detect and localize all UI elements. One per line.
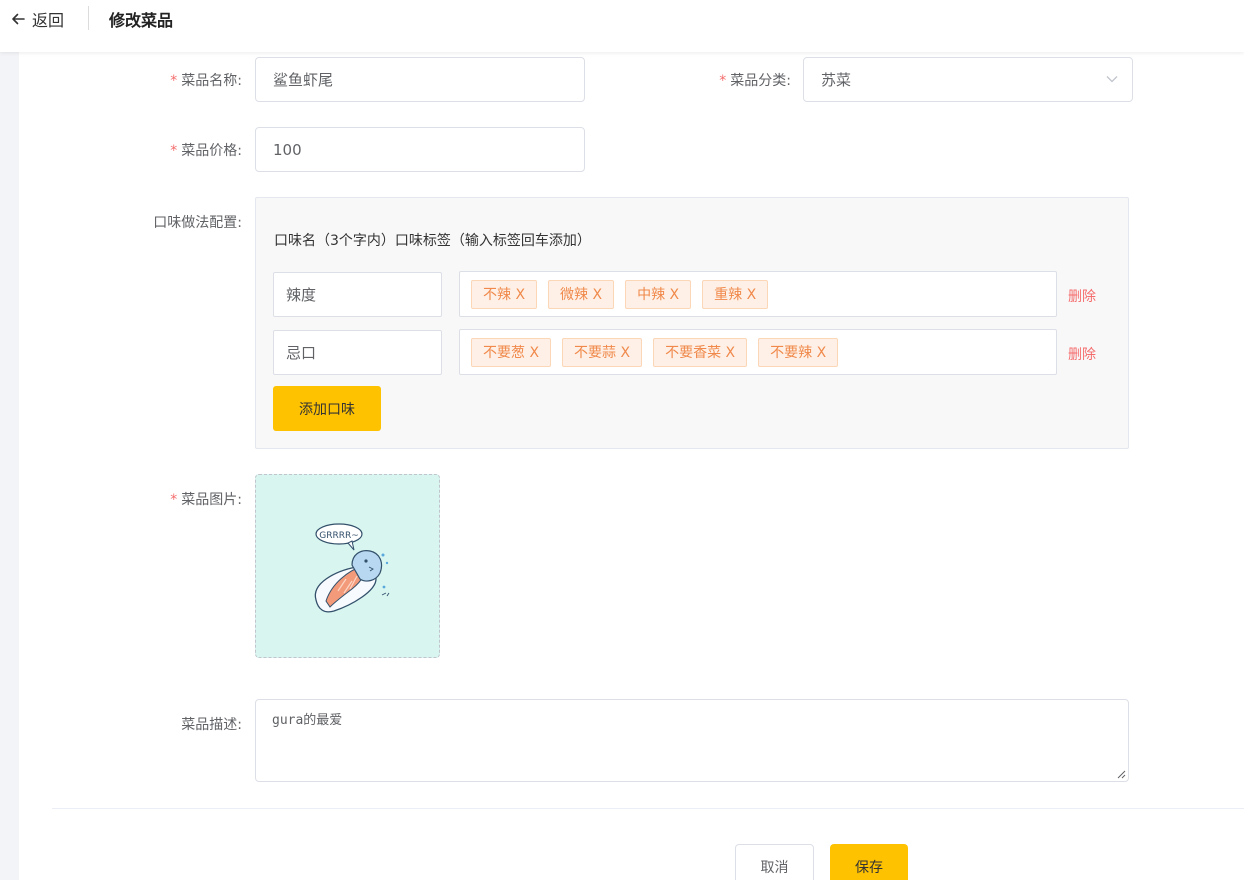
flavor-config-panel: 口味名（3个字内）口味标签（输入标签回车添加） 辣度 不辣 X 微辣 X 中辣 … bbox=[255, 197, 1129, 449]
flavor-tag[interactable]: 微辣 X bbox=[548, 279, 615, 309]
save-button[interactable]: 保存 bbox=[830, 844, 908, 880]
delete-flavor-button[interactable]: 删除 bbox=[1068, 286, 1096, 306]
top-bar: 返回 修改菜品 bbox=[0, 0, 1244, 52]
flavor-tags-input[interactable]: 不辣 X 微辣 X 中辣 X 重辣 X bbox=[459, 271, 1057, 317]
flavor-tag[interactable]: 不要葱 X bbox=[471, 337, 552, 367]
back-label: 返回 bbox=[32, 11, 65, 30]
flavor-tag[interactable]: 不要香菜 X bbox=[653, 337, 748, 367]
header-divider bbox=[88, 6, 89, 30]
required-mark: * bbox=[719, 73, 727, 89]
delete-flavor-button[interactable]: 删除 bbox=[1068, 344, 1096, 364]
dish-category-label: * 菜品分类: bbox=[700, 70, 791, 90]
dish-category-select[interactable]: 苏菜 bbox=[803, 57, 1133, 102]
left-gutter bbox=[0, 52, 19, 880]
page-title: 修改菜品 bbox=[109, 11, 174, 30]
flavor-tag[interactable]: 不要辣 X bbox=[758, 337, 839, 367]
add-flavor-button[interactable]: 添加口味 bbox=[273, 386, 381, 431]
flavor-name-input[interactable]: 辣度 bbox=[273, 272, 442, 317]
dish-price-label-text: 菜品价格: bbox=[181, 143, 242, 159]
dish-name-label-text: 菜品名称: bbox=[181, 73, 242, 89]
back-button[interactable]: 返回 bbox=[10, 7, 64, 31]
dish-image-label: * 菜品图片: bbox=[150, 489, 242, 509]
dish-image-label-text: 菜品图片: bbox=[181, 492, 242, 508]
cancel-button[interactable]: 取消 bbox=[735, 844, 814, 880]
dish-description-textarea[interactable]: gura的最爱 bbox=[255, 699, 1129, 782]
footer-divider bbox=[52, 808, 1244, 809]
dish-price-value: 100 bbox=[273, 140, 302, 159]
flavor-tag[interactable]: 不要蒜 X bbox=[562, 337, 643, 367]
flavor-tag[interactable]: 重辣 X bbox=[702, 279, 769, 309]
dish-name-value: 鲨鱼虾尾 bbox=[273, 71, 334, 89]
flavor-tag[interactable]: 不辣 X bbox=[471, 279, 538, 309]
flavor-config-label: 口味做法配置: bbox=[153, 215, 242, 231]
chevron-down-icon bbox=[1106, 76, 1118, 83]
flavor-tag[interactable]: 中辣 X bbox=[625, 279, 692, 309]
dish-image-upload[interactable]: GRRRR~ bbox=[255, 474, 440, 658]
dish-category-value: 苏菜 bbox=[821, 71, 852, 89]
dish-image-preview: GRRRR~ bbox=[314, 523, 390, 613]
dish-description-label: 菜品描述: bbox=[181, 717, 242, 733]
flavor-name-value: 辣度 bbox=[286, 286, 317, 304]
flavor-tags-input[interactable]: 不要葱 X 不要蒜 X 不要香菜 X 不要辣 X bbox=[459, 329, 1057, 375]
dish-price-label: * 菜品价格: bbox=[150, 140, 242, 160]
dish-name-label: * 菜品名称: bbox=[150, 70, 242, 90]
dish-price-input[interactable]: 100 bbox=[255, 127, 585, 172]
flavor-config-header: 口味名（3个字内）口味标签（输入标签回车添加） bbox=[274, 233, 591, 249]
arrow-left-icon bbox=[12, 13, 25, 25]
required-mark: * bbox=[170, 73, 178, 89]
dish-name-input[interactable]: 鲨鱼虾尾 bbox=[255, 57, 585, 102]
flavor-name-input[interactable]: 忌口 bbox=[273, 330, 442, 375]
flavor-name-value: 忌口 bbox=[286, 344, 317, 362]
resize-handle-icon[interactable] bbox=[1116, 769, 1126, 779]
dish-description-value: gura的最爱 bbox=[272, 713, 343, 728]
required-mark: * bbox=[170, 143, 178, 159]
required-mark: * bbox=[170, 492, 178, 508]
dish-category-label-text: 菜品分类: bbox=[730, 73, 791, 89]
bubble-text: GRRRR~ bbox=[319, 531, 359, 541]
